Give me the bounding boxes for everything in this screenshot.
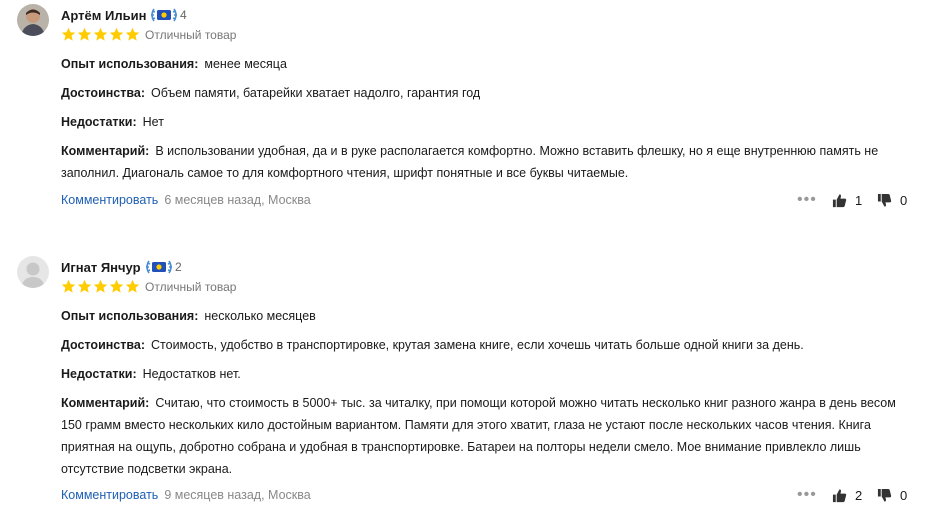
cons-label: Недостатки: xyxy=(61,115,137,129)
like-count: 2 xyxy=(855,488,863,503)
comment-label: Комментарий: xyxy=(61,144,150,158)
review-meta: 6 месяцев назад, Москва xyxy=(164,193,311,207)
author-name[interactable]: Артём Ильин xyxy=(61,8,146,23)
more-dots-icon[interactable]: ••• xyxy=(797,192,817,208)
like-button[interactable]: 2 xyxy=(832,488,862,503)
star-icon xyxy=(77,27,92,41)
comment-row: Комментарий: В использовании удобная, да … xyxy=(61,140,906,184)
comment-value: Считаю, что стоимость в 5000+ тыс. за чи… xyxy=(61,396,896,476)
pros-value: Объем памяти, батарейки хватает надолго,… xyxy=(151,86,481,100)
experience-value: несколько месяцев xyxy=(204,309,316,323)
dislike-button[interactable]: 0 xyxy=(877,488,907,503)
star-icon xyxy=(77,279,92,293)
star-icon xyxy=(61,27,76,41)
experience-row: Опыт использования: несколько месяцев xyxy=(61,305,906,327)
experience-value: менее месяца xyxy=(204,57,287,71)
thumbs-up-icon xyxy=(832,194,847,208)
pros-row: Достоинства: Объем памяти, батарейки хват… xyxy=(61,82,906,104)
author-name[interactable]: Игнат Янчур xyxy=(61,260,141,275)
star-icon xyxy=(93,279,108,293)
review-verdict: Отличный товар xyxy=(145,28,237,42)
star-icon xyxy=(93,27,108,41)
dislike-count: 0 xyxy=(900,193,908,208)
star-icon xyxy=(125,27,140,41)
star-icon xyxy=(109,27,124,41)
review-card: Игнат Янчур 2 Отличный товар Опыт исполь… xyxy=(0,252,946,516)
experience-label: Опыт использования: xyxy=(61,57,199,71)
like-count: 1 xyxy=(855,193,863,208)
comment-label: Комментарий: xyxy=(61,396,150,410)
cons-row: Недостатки: Нет xyxy=(61,111,906,133)
badge-count: 2 xyxy=(175,260,182,274)
comment-button[interactable]: Комментировать xyxy=(61,488,158,502)
comment-button[interactable]: Комментировать xyxy=(61,193,158,207)
cons-row: Недостатки: Недостатков нет. xyxy=(61,363,906,385)
star-icon xyxy=(61,279,76,293)
dislike-button[interactable]: 0 xyxy=(877,193,907,208)
cons-value: Недостатков нет. xyxy=(142,367,241,381)
pros-row: Достоинства: Стоимость, удобство в трансп… xyxy=(61,334,906,356)
thumbs-down-icon xyxy=(877,193,892,207)
cons-label: Недостатки: xyxy=(61,367,137,381)
experience-label: Опыт использования: xyxy=(61,309,199,323)
experience-row: Опыт использования: менее месяца xyxy=(61,53,906,75)
review-verdict: Отличный товар xyxy=(145,280,237,294)
pros-label: Достоинства: xyxy=(61,338,146,352)
rating-stars xyxy=(61,27,140,42)
review-meta: 9 месяцев назад, Москва xyxy=(164,488,311,502)
avatar[interactable] xyxy=(17,4,49,36)
pros-value: Стоимость, удобство в транспортировке, к… xyxy=(151,338,804,352)
cons-value: Нет xyxy=(142,115,164,129)
laurel-badge-icon xyxy=(148,7,180,23)
badge-count: 4 xyxy=(180,8,187,22)
review-footer: Комментировать 6 месяцев назад, Москва ••… xyxy=(61,192,946,211)
star-icon xyxy=(125,279,140,293)
more-dots-icon[interactable]: ••• xyxy=(797,487,817,503)
thumbs-up-icon xyxy=(832,489,847,503)
thumbs-down-icon xyxy=(877,488,892,502)
laurel-badge-icon xyxy=(143,259,175,275)
rating-stars xyxy=(61,279,140,294)
dislike-count: 0 xyxy=(900,488,908,503)
comment-value: В использовании удобная, да и в руке рас… xyxy=(61,144,879,180)
comment-row: Комментарий: Считаю, что стоимость в 5000… xyxy=(61,392,906,480)
star-icon xyxy=(109,279,124,293)
like-button[interactable]: 1 xyxy=(832,193,862,208)
review-card: Артём Ильин 4 Отличный товар Опыт исполь… xyxy=(0,0,946,245)
avatar[interactable] xyxy=(17,256,49,288)
review-footer: Комментировать 9 месяцев назад, Москва ••… xyxy=(61,487,946,506)
pros-label: Достоинства: xyxy=(61,86,146,100)
